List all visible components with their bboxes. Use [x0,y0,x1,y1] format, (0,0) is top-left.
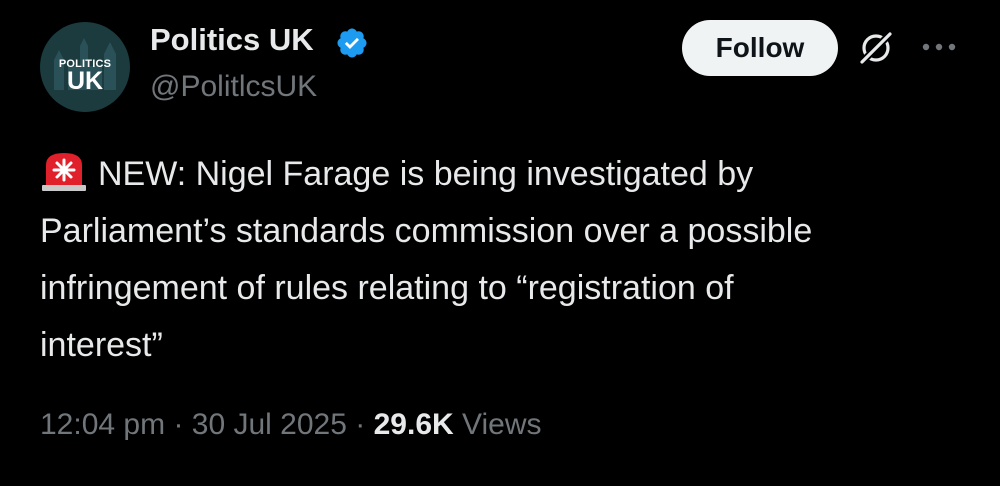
separator-dot: · [355,408,366,441]
tweet-text: NEW: Nigel Farage is being investigated … [40,146,970,374]
avatar[interactable]: POLITICS UK [40,22,130,112]
more-icon[interactable] [920,40,960,54]
tweet-time[interactable]: 12:04 pm [40,408,165,441]
tweet-line-4: interest” [40,326,163,364]
tweet-line-1: NEW: Nigel Farage is being investigated … [98,155,754,193]
tweet-date[interactable]: 30 Jul 2025 [192,408,347,441]
display-name[interactable]: Politics UK [150,22,314,58]
views-label[interactable]: Views [462,408,541,441]
grok-icon[interactable] [854,26,898,70]
tweet-line-2: Parliament’s standards commission over a… [40,212,813,250]
tweet-line: NEW: Nigel Farage is being investigated … [40,146,970,203]
police-siren-icon [42,153,86,191]
account-handle[interactable]: @PolitlcsUK [150,70,317,104]
views-count[interactable]: 29.6K [374,408,454,441]
tweet-line-3: infringement of rules relating to “regis… [40,269,734,307]
follow-button[interactable]: Follow [682,20,838,76]
tweet-meta: 12:04 pm · 30 Jul 2025 · 29.6K Views [40,408,542,442]
verified-badge-icon[interactable] [335,26,369,60]
separator-dot: · [173,408,184,441]
avatar-label-main: UK [66,67,104,95]
